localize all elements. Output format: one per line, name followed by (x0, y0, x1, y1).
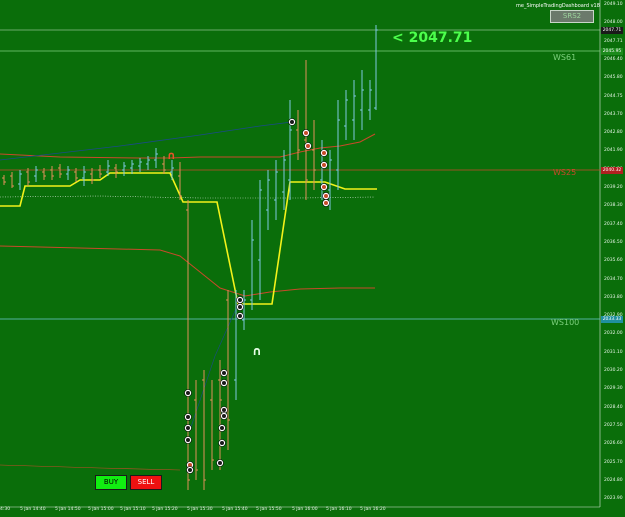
time-axis-label: 5 Jan 14:40 (20, 507, 46, 512)
trade-marker-dot (322, 185, 326, 189)
price-chart[interactable]: ∩∩ (0, 0, 625, 517)
trade-marker-dot (220, 441, 224, 445)
trade-marker-dot (186, 391, 190, 395)
trade-marker-dot (322, 163, 326, 167)
price-axis-label: 2047.71 (604, 38, 623, 44)
price-axis-label: 2049.10 (604, 2, 623, 7)
trade-marker-dot (222, 408, 226, 412)
time-axis-label: 5 Jan 15:40 (222, 507, 248, 512)
price-tag: 2047.71 (601, 27, 623, 34)
price-tag: 2033.33 (601, 316, 623, 323)
price-axis-label: 2041.90 (604, 148, 623, 154)
price-axis-label: 2025.70 (604, 459, 623, 465)
price-axis-label: 2032.00 (604, 331, 623, 337)
trade-marker-dot (222, 414, 226, 418)
price-axis-label: 2034.70 (604, 276, 623, 282)
price-axis-label: 2043.70 (604, 111, 623, 117)
time-axis-label: 5 Jan 15:30 (187, 507, 213, 512)
srs2-button[interactable]: SRS2 (550, 10, 594, 23)
price-axis-label: 2024.80 (604, 477, 623, 483)
time-axis-label: 5 Jan 15:50 (256, 507, 282, 512)
price-tag: 2040.32 (601, 167, 623, 174)
trade-marker-dot (238, 298, 242, 302)
price-axis-label: 2042.80 (604, 130, 623, 136)
time-axis-label: 5 Jan 15:10 (120, 507, 146, 512)
buy-button[interactable]: BUY (95, 475, 127, 490)
current-price-label: < 2047.71 (392, 30, 473, 46)
buy-signal-icon: ∩ (252, 344, 262, 358)
price-axis-label: 2035.60 (604, 258, 623, 264)
blue-trend-line (0, 121, 293, 161)
trade-marker-dot (238, 305, 242, 309)
price-axis-label: 2048.00 (604, 20, 623, 26)
price-axis-label: 2023.90 (604, 496, 623, 502)
trade-marker-dot (324, 194, 328, 198)
bottom-ma-line (0, 464, 181, 471)
price-tag: 2045.95 (601, 48, 623, 55)
trade-marker-dot (324, 201, 328, 205)
price-axis-label: 2027.50 (604, 422, 623, 428)
trade-marker-dot (218, 461, 222, 465)
price-axis-label: 2028.40 (604, 404, 623, 410)
price-axis-label: 2031.10 (604, 349, 623, 355)
price-axis-label: 2044.75 (604, 93, 623, 99)
price-axis-label: 2033.80 (604, 294, 623, 300)
blue-trend-line-lower (189, 299, 241, 431)
price-axis-label: 2036.50 (604, 239, 623, 245)
chart-area[interactable]: ∩ ∩ me_SimpleTradingDashboard v18 SRS2 < … (0, 0, 625, 517)
time-axis-label: 4:30 (0, 507, 11, 512)
trade-marker-dot (238, 314, 242, 318)
time-axis-label: 5 Jan 16:20 (360, 507, 386, 512)
ws100-label: WS100 (551, 318, 580, 327)
trade-marker-dot (306, 144, 310, 148)
trade-marker-dot (222, 381, 226, 385)
ws61-label: WS61 (553, 53, 577, 62)
ws25-label: WS25 (553, 168, 577, 177)
price-axis-label: 2046.40 (604, 56, 623, 62)
trade-marker-dot (322, 151, 326, 155)
trade-marker-dot (220, 426, 224, 430)
time-axis-label: 5 Jan 16:10 (326, 507, 352, 512)
time-axis-label: 5 Jan 14:50 (55, 507, 81, 512)
trade-marker-dot (304, 131, 308, 135)
price-axis-label: 2026.60 (604, 441, 623, 447)
price-axis-label: 2045.80 (604, 75, 623, 81)
price-axis-label: 2029.30 (604, 386, 623, 392)
sell-signal-icon: ∩ (167, 149, 176, 162)
price-axis-label: 2038.30 (604, 203, 623, 209)
trade-marker-dot (290, 120, 294, 124)
trade-marker-dot (186, 438, 190, 442)
trade-marker-dot (186, 415, 190, 419)
time-axis-label: 5 Jan 16:00 (292, 507, 318, 512)
price-axis-label: 2030.20 (604, 368, 623, 373)
price-axis-label: 2037.40 (604, 221, 623, 227)
upper-ma-line (0, 133, 376, 159)
time-axis-label: 5 Jan 15:20 (152, 507, 178, 512)
sell-button[interactable]: SELL (130, 475, 162, 490)
indicator-title: me_SimpleTradingDashboard v18 (516, 3, 600, 9)
time-axis-label: 5 Jan 15:00 (88, 507, 114, 512)
trade-marker-dot (222, 371, 226, 375)
trade-marker-dot (188, 468, 192, 472)
dotted-line (0, 195, 376, 199)
price-axis-label: 2039.20 (604, 185, 623, 190)
trade-marker-dot (186, 426, 190, 430)
